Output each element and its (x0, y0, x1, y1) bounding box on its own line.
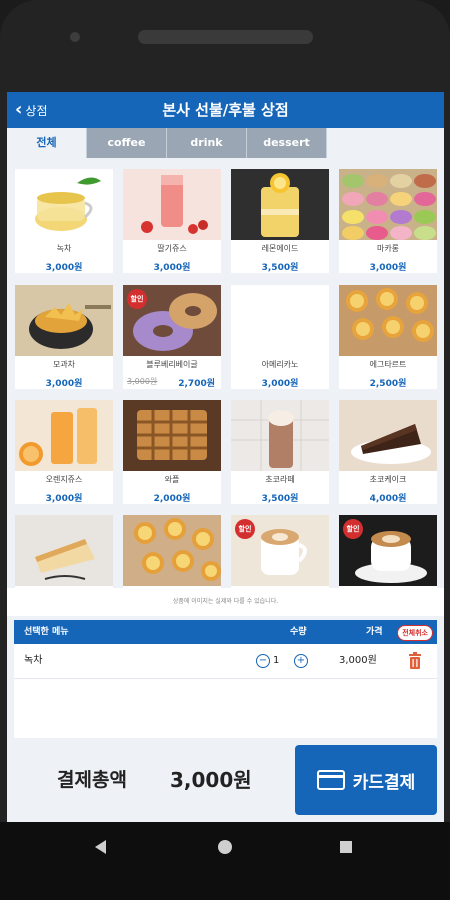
app-screen: ‹ 상점 본사 선불/후불 상점 전체 coffee drink dessert… (7, 92, 444, 822)
front-camera (70, 32, 80, 42)
order-item-qty: 1 (273, 655, 280, 666)
menu-card-orange-juice[interactable]: 오렌지쥬스 3,000원 (15, 400, 113, 504)
original-price: 3,000원 (127, 377, 158, 386)
nav-home-icon[interactable] (218, 840, 232, 854)
menu-price: 2,000원 (153, 494, 191, 504)
menu-price: 3,000원 (45, 494, 83, 504)
menu-name: 에그타르트 (369, 360, 407, 369)
menu-card-latte[interactable]: 할인 (231, 515, 329, 588)
egg-tart-image (339, 285, 437, 356)
green-tea-image (15, 169, 113, 240)
menu-name: 마카롱 (376, 244, 400, 253)
menu-name: 초코라떼 (265, 475, 295, 484)
sale-badge: 할인 (343, 519, 363, 539)
sale-badge: 할인 (235, 519, 255, 539)
total-label: 결제총액 (57, 769, 127, 791)
lemonade-image (231, 169, 329, 240)
menu-card-choco-latte[interactable]: 초코라떼 3,500원 (231, 400, 329, 504)
cheesecake-image (15, 515, 113, 586)
sale-badge: 할인 (127, 289, 147, 309)
menu-price: 2,500원 (369, 379, 407, 389)
menu-card-lemonade[interactable]: 레몬에이드 3,500원 (231, 169, 329, 273)
menu-price: 3,500원 (261, 263, 299, 273)
menu-card-quince-tea[interactable]: 모과차 3,000원 (15, 285, 113, 389)
nav-recents-icon[interactable] (340, 841, 352, 853)
column-quantity: 수량 (290, 627, 307, 637)
menu-grid: 녹차 3,000원 딸기쥬스 3,000원 레몬에이드 3,500원 마카롱 3… (7, 158, 444, 588)
quince-tea-image (15, 285, 113, 356)
phone-frame: ‹ 상점 본사 선불/후불 상점 전체 coffee drink dessert… (0, 0, 450, 900)
cancel-all-button[interactable]: 전체취소 (397, 625, 433, 641)
menu-card-cheesecake[interactable] (15, 515, 113, 588)
order-item-name: 녹차 (24, 655, 43, 666)
total-amount: 3,000원 (170, 768, 252, 792)
menu-card-cappuccino[interactable]: 할인 (339, 515, 437, 588)
menu-price: 3,000원 (153, 263, 191, 273)
order-item-price: 3,000원 (339, 655, 377, 666)
menu-card-strawberry-juice[interactable]: 딸기쥬스 3,000원 (123, 169, 221, 273)
menu-name: 아메리카노 (261, 360, 299, 369)
menu-price: 3,500원 (261, 494, 299, 504)
menu-price: 3,000원 (369, 263, 407, 273)
checkout-footer: 결제총액 3,000원 카드결제 (7, 738, 444, 822)
card-payment-label: 카드결제 (352, 772, 416, 793)
menu-price: 4,000원 (369, 494, 407, 504)
menu-card-egg-tart-2[interactable] (123, 515, 221, 588)
choco-latte-image (231, 400, 329, 471)
menu-price: 3,000원 (261, 379, 299, 389)
tab-dessert[interactable]: dessert (247, 128, 327, 158)
tab-drink[interactable]: drink (167, 128, 247, 158)
menu-name: 블루베리베이글 (146, 360, 198, 369)
menu-name: 와플 (164, 475, 180, 484)
menu-price: 3,000원 (45, 379, 83, 389)
column-selected-menu: 선택한 메뉴 (24, 627, 69, 637)
nav-back-icon[interactable] (95, 840, 106, 854)
card-payment-button[interactable]: 카드결제 (295, 745, 437, 815)
earpiece-speaker (138, 30, 313, 44)
menu-name: 녹차 (56, 244, 72, 253)
category-tabs: 전체 coffee drink dessert (7, 128, 444, 158)
menu-name: 레몬에이드 (261, 244, 299, 253)
app-bar: ‹ 상점 본사 선불/후불 상점 (7, 92, 444, 128)
waffle-image (123, 400, 221, 471)
egg-tart-image (123, 515, 221, 586)
order-list: 녹차 − 1 + 3,000원 (14, 644, 437, 738)
page-title: 본사 선불/후불 상점 (162, 101, 289, 119)
menu-card-blueberry-bagel[interactable]: 할인 블루베리베이글 3,000원 2,700원 (123, 285, 221, 389)
order-row: 녹차 − 1 + 3,000원 (14, 644, 437, 679)
menu-card-waffle[interactable]: 와플 2,000원 (123, 400, 221, 504)
image-disclaimer: 상품에 이미지는 실제와 다를 수 있습니다. (7, 588, 444, 616)
menu-card-green-tea[interactable]: 녹차 3,000원 (15, 169, 113, 273)
order-table-header: 선택한 메뉴 수량 가격 전체취소 (14, 620, 437, 644)
menu-price: 3,000원 (45, 263, 83, 273)
menu-card-choco-cake[interactable]: 초코케이크 4,000원 (339, 400, 437, 504)
menu-name: 초코케이크 (369, 475, 407, 484)
plus-icon[interactable]: + (294, 654, 308, 668)
credit-card-icon (316, 770, 345, 790)
trash-icon[interactable] (408, 652, 422, 670)
android-nav-bar (0, 822, 450, 900)
tab-coffee[interactable]: coffee (87, 128, 167, 158)
menu-name: 모과차 (52, 360, 76, 369)
sale-price: 2,700원 (178, 379, 215, 389)
tab-all[interactable]: 전체 (7, 128, 87, 158)
americano-image (231, 285, 329, 356)
menu-card-macaron[interactable]: 마카롱 3,000원 (339, 169, 437, 273)
menu-name: 딸기쥬스 (157, 244, 187, 253)
menu-name: 오렌지쥬스 (45, 475, 83, 484)
column-price: 가격 (366, 627, 383, 637)
minus-icon[interactable]: − (256, 654, 270, 668)
orange-juice-image (15, 400, 113, 471)
menu-card-egg-tart[interactable]: 에그타르트 2,500원 (339, 285, 437, 389)
menu-card-americano[interactable]: 아메리카노 3,000원 (231, 285, 329, 389)
strawberry-juice-image (123, 169, 221, 240)
macaron-image (339, 169, 437, 240)
choco-cake-image (339, 400, 437, 471)
